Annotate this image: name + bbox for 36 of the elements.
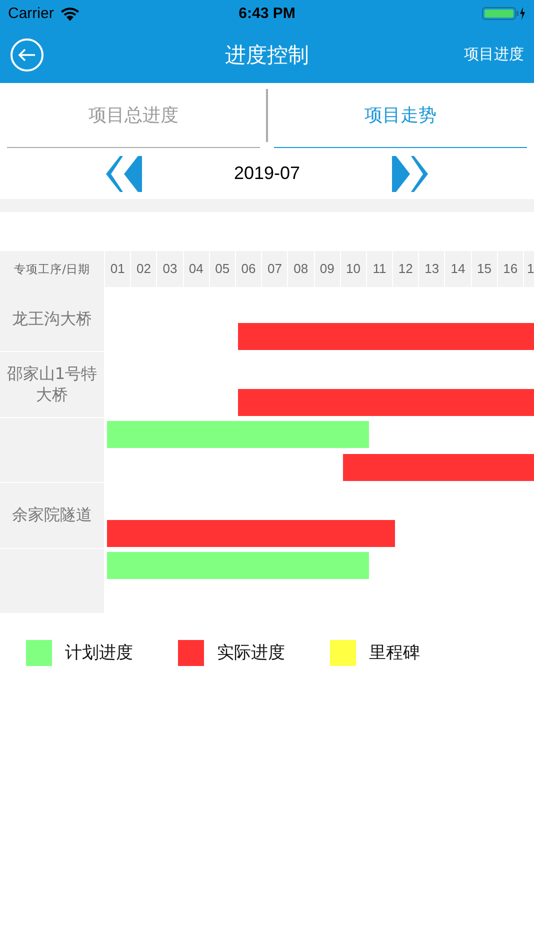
- legend-label: 计划进度: [65, 642, 133, 664]
- day-header: 11: [366, 251, 392, 287]
- day-header: 05: [208, 251, 235, 287]
- legend-label: 实际进度: [217, 642, 285, 664]
- row-label: 邵家山1号特大桥: [0, 352, 104, 418]
- legend-label: 里程碑: [369, 642, 420, 664]
- day-header: 10: [340, 251, 366, 287]
- back-icon[interactable]: [10, 38, 44, 72]
- day-header: 03: [156, 251, 183, 287]
- day-header: 1: [523, 251, 534, 287]
- day-header: 06: [234, 251, 262, 287]
- row-label: 龙王沟大桥: [0, 287, 104, 352]
- status-time: 6:43 PM: [238, 4, 296, 22]
- project-progress-button[interactable]: 项目进度: [464, 45, 524, 64]
- next-icon[interactable]: [390, 156, 428, 192]
- day-header: 08: [287, 251, 314, 287]
- day-header: 14: [444, 251, 471, 287]
- battery-icon: [482, 6, 526, 20]
- day-header: 09: [314, 251, 340, 287]
- day-header: 12: [392, 251, 418, 287]
- day-header: 01: [104, 251, 130, 287]
- day-header: 07: [261, 251, 288, 287]
- tab[interactable]: 项目走势: [274, 83, 527, 148]
- carrier-label: Carrier: [8, 4, 54, 22]
- day-header: 15: [470, 251, 497, 287]
- day-header: 13: [418, 251, 444, 287]
- wifi-icon: [60, 6, 80, 20]
- month-label: 2019-07: [234, 163, 300, 184]
- day-header: 02: [130, 251, 156, 287]
- day-header: 04: [182, 251, 209, 287]
- day-header: 16: [496, 251, 523, 287]
- tab[interactable]: 项目总进度: [7, 83, 260, 148]
- column-header: 专项工序/日期: [13, 262, 91, 276]
- page-title: 进度控制: [224, 42, 310, 68]
- previous-icon[interactable]: [106, 156, 144, 192]
- row-label: 余家院隧道: [0, 483, 104, 549]
